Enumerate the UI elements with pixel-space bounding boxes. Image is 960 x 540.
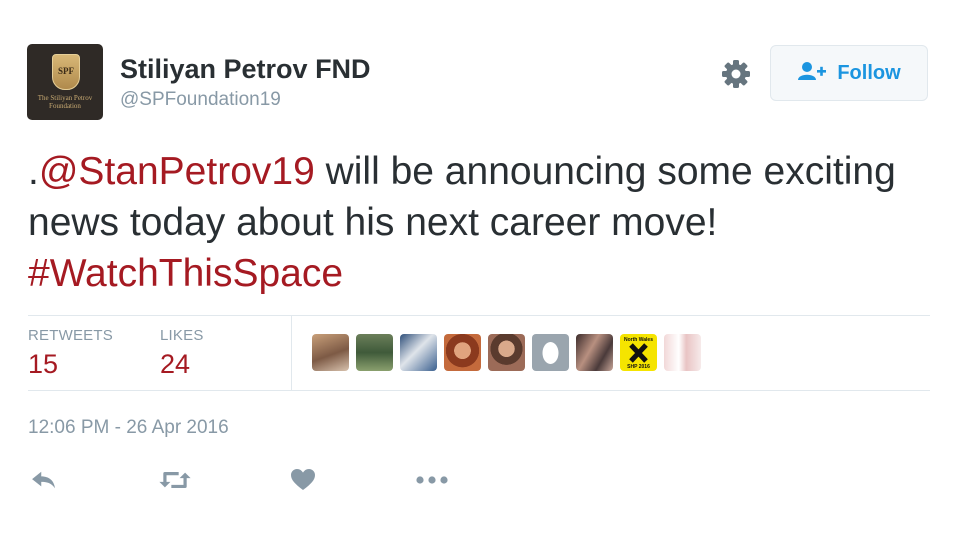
crest-logo: SPF	[52, 54, 80, 90]
liker-avatar-6[interactable]	[532, 334, 569, 371]
gear-icon[interactable]	[718, 56, 754, 92]
liker-avatars: North Wales SHP 2016	[312, 334, 701, 371]
retweets-label: RETWEETS	[28, 327, 113, 344]
likes-label: LIKES	[160, 327, 204, 344]
svg-text:North Wales: North Wales	[624, 337, 653, 343]
likes-count[interactable]: 24	[160, 349, 190, 380]
retweet-icon[interactable]	[158, 465, 192, 495]
liker-avatar-8[interactable]: North Wales SHP 2016	[620, 334, 657, 371]
liker-avatar-7[interactable]	[576, 334, 613, 371]
liker-avatar-9[interactable]	[664, 334, 701, 371]
tweet-prefix: .	[28, 150, 39, 193]
crest-initials: SPF	[57, 66, 74, 76]
logo-text: The Stiliyan Petrov Foundation	[37, 94, 93, 110]
more-icon[interactable]	[415, 465, 449, 495]
hashtag-link[interactable]: #WatchThisSpace	[28, 252, 343, 295]
follow-button[interactable]: Follow	[770, 45, 928, 101]
reply-icon[interactable]	[27, 465, 61, 495]
stats-top-divider	[28, 315, 930, 316]
stats-bottom-divider	[28, 390, 930, 391]
svg-text:SHP 2016: SHP 2016	[627, 364, 650, 370]
tweet-timestamp[interactable]: 12:06 PM - 26 Apr 2016	[28, 417, 229, 439]
profile-avatar[interactable]: SPF The Stiliyan Petrov Foundation	[27, 44, 103, 120]
liker-avatar-5[interactable]	[488, 334, 525, 371]
mention-link[interactable]: @StanPetrov19	[39, 150, 315, 193]
retweets-count[interactable]: 15	[28, 349, 58, 380]
tweet-text: .@StanPetrov19 will be announcing some e…	[28, 146, 908, 299]
liker-avatar-4[interactable]	[444, 334, 481, 371]
display-name[interactable]: Stiliyan Petrov FND	[120, 54, 371, 85]
liker-avatar-3[interactable]	[400, 334, 437, 371]
like-icon[interactable]	[286, 465, 320, 495]
add-user-icon	[797, 61, 827, 86]
stats-separator	[291, 316, 292, 390]
follow-label: Follow	[837, 61, 901, 84]
liker-avatar-2[interactable]	[356, 334, 393, 371]
user-handle[interactable]: @SPFoundation19	[120, 89, 281, 111]
liker-avatar-1[interactable]	[312, 334, 349, 371]
